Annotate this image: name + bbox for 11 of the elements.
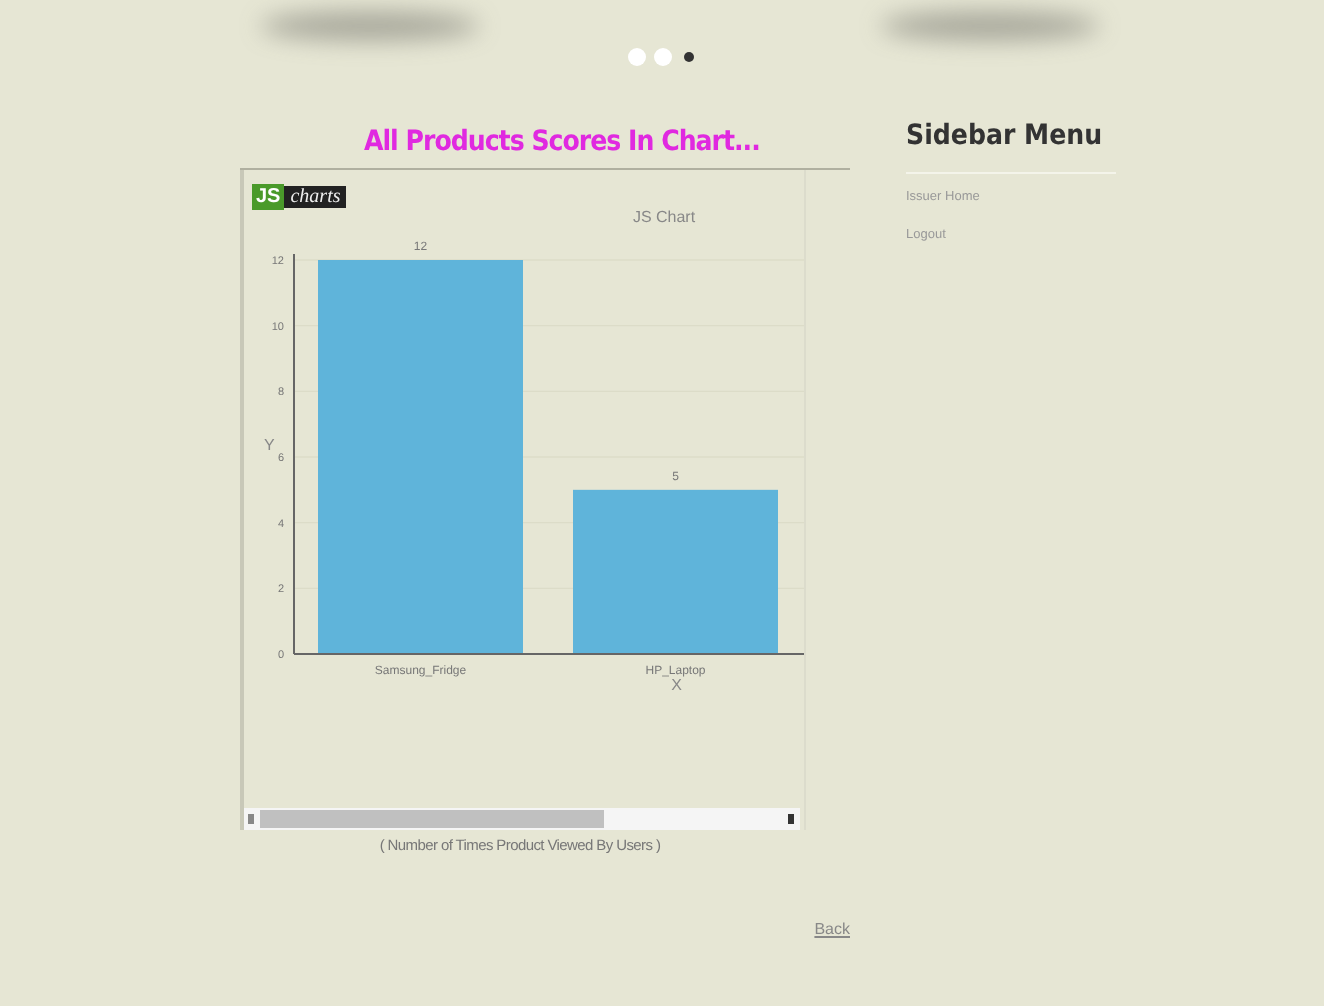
carousel-dot[interactable] [683, 52, 693, 62]
back-link[interactable]: Back [814, 920, 850, 938]
chart-logo: JS charts [252, 182, 347, 210]
chart-title: JS Chart [632, 208, 696, 226]
page-title: All Products Scores In Chart... [364, 124, 760, 162]
x-axis-label: X [671, 676, 682, 694]
sidebar-title: Sidebar Menu [906, 120, 1105, 156]
carousel-dot[interactable] [653, 48, 671, 66]
horizontal-scrollbar[interactable] [244, 808, 800, 830]
y-axis-label: Y [264, 436, 275, 454]
carousel-dot[interactable] [627, 48, 645, 66]
